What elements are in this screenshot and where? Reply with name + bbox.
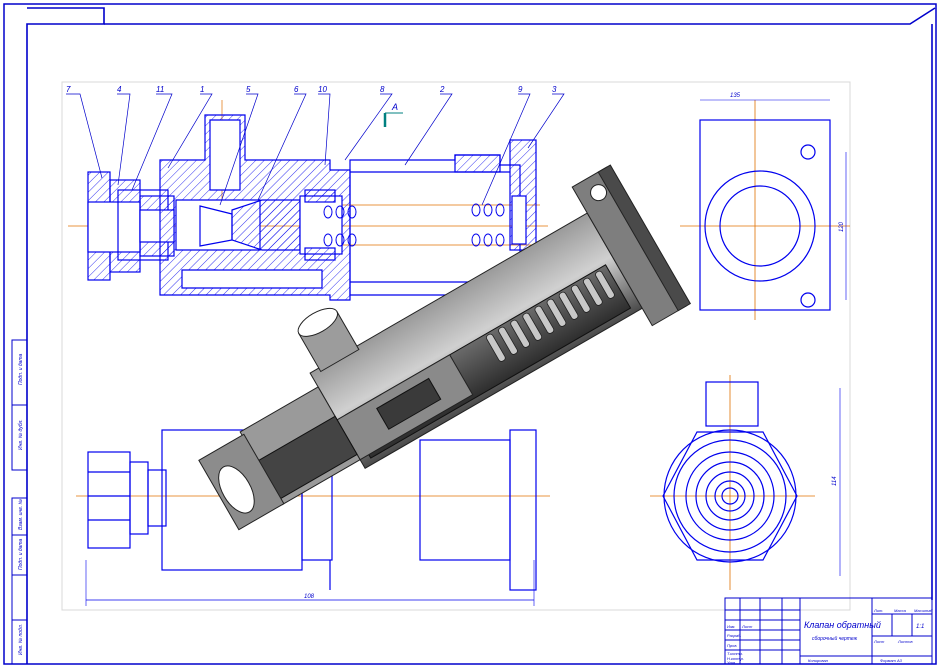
stamp-text-4: Подп. и дата	[18, 538, 24, 570]
stamp-text-1: Подп. и дата	[18, 353, 24, 385]
tb-sheet: Лист	[873, 639, 885, 644]
stamp-text-2: Инв. № дубл.	[18, 419, 24, 450]
tb-row-izm: Изм.	[727, 624, 736, 629]
scale-value: 1:1	[916, 624, 924, 630]
callout-2: 2	[439, 85, 445, 94]
tb-sheets: Листов	[897, 639, 913, 644]
drawing-subtitle: сборочный чертеж	[812, 635, 858, 642]
tb-col-massa: Масса	[894, 608, 907, 613]
tb-col-masshtab: Масштаб	[914, 608, 933, 613]
side-stamp-column: Подп. и дата Инв. № дубл. Взам. инв. № П…	[11, 339, 28, 665]
stamp-text-3: Взам. инв. №	[18, 498, 24, 530]
callout-9: 9	[518, 85, 523, 94]
dimension-height: 120	[839, 221, 845, 232]
callout-10: 10	[318, 85, 327, 94]
dimension-flange: 135	[730, 93, 741, 99]
section-view	[68, 100, 548, 301]
callout-1: 1	[200, 85, 204, 94]
callout-5: 5	[246, 85, 251, 94]
tb-format: Формат A3	[880, 658, 903, 663]
inner-frame-top	[104, 7, 936, 25]
tb-row-razrab: Разраб.	[727, 633, 741, 638]
callout-8: 8	[380, 85, 385, 94]
tb-copied: Копировал	[808, 658, 829, 663]
callout-3: 3	[552, 85, 557, 94]
callout-4: 4	[117, 85, 122, 94]
stamp-text-5: Инв. № подл.	[18, 624, 24, 655]
end-view	[650, 375, 841, 590]
callout-11: 11	[156, 85, 164, 94]
drawing-title: Клапан обратный	[804, 620, 881, 630]
dimension-side: 114	[832, 476, 838, 486]
callout-6: 6	[294, 85, 299, 94]
callout-7: 7	[66, 85, 71, 94]
view-marker-label: А	[391, 102, 398, 112]
tb-row-utv: Утв.	[727, 660, 736, 665]
inner-frame-top-left	[26, 7, 105, 664]
dimension-length: 108	[304, 594, 315, 600]
drawing-sheet: Подп. и дата Инв. № дубл. Взам. инв. № П…	[3, 3, 937, 665]
tb-row-prov: Пров.	[727, 643, 738, 648]
side-view	[680, 99, 850, 320]
tb-row-list: Лист	[741, 624, 753, 629]
tb-col-lit: Лит.	[873, 608, 883, 613]
